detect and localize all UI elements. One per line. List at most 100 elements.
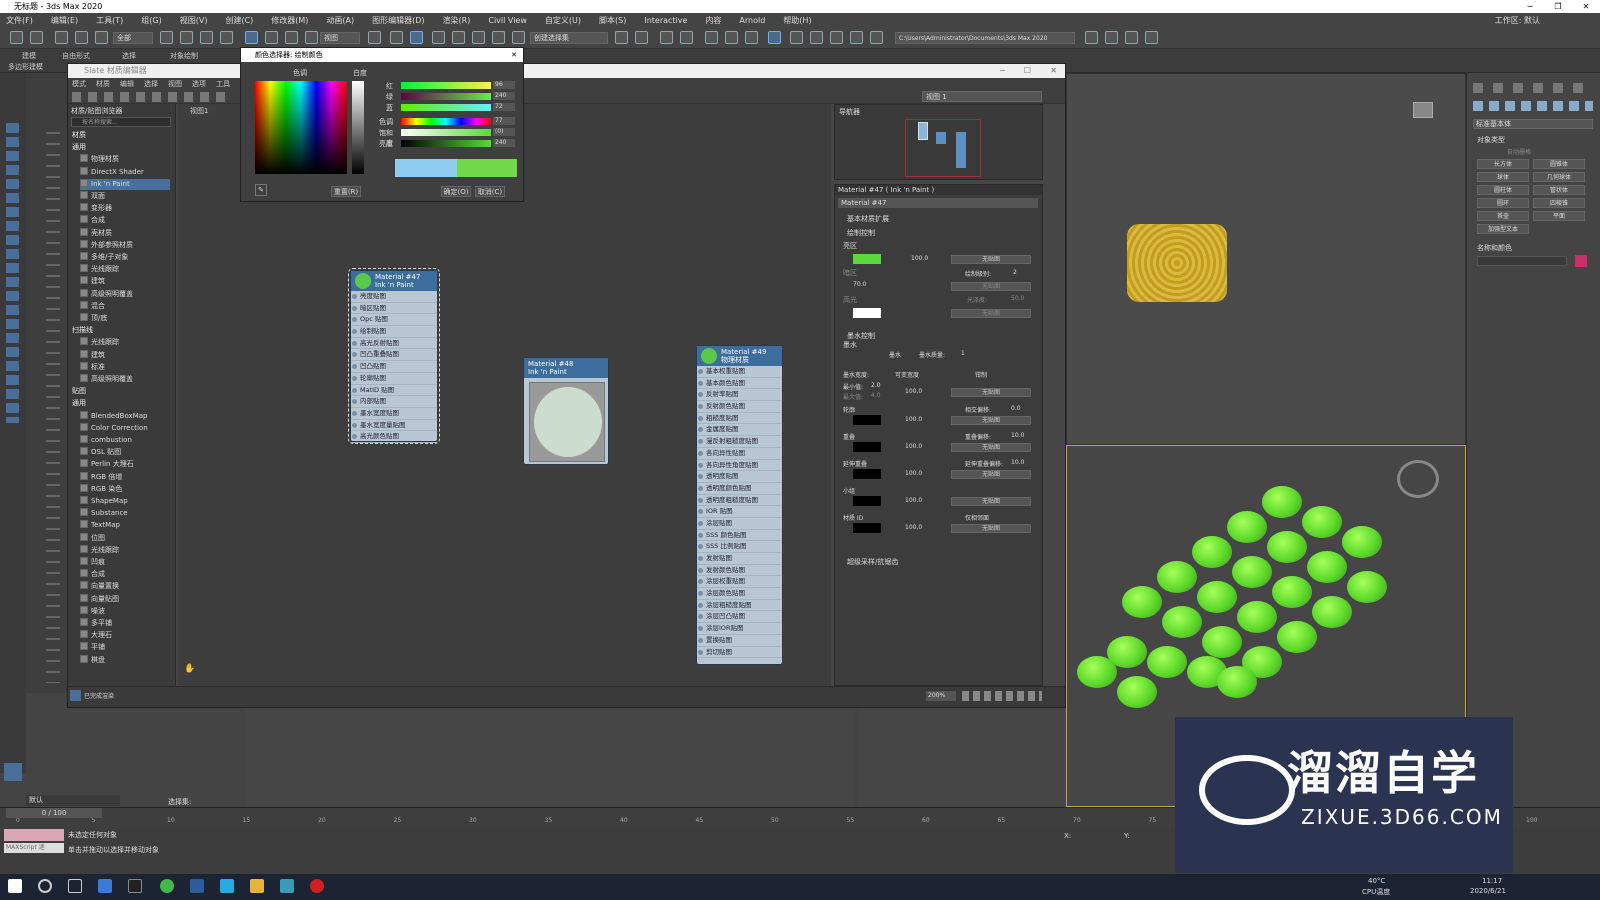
glossiness-spinner[interactable]: 50.0: [1011, 295, 1024, 302]
browser-item[interactable]: BlendedBoxMap: [80, 410, 170, 422]
ink-row-amount[interactable]: 100.0: [905, 497, 922, 504]
visibility-icons[interactable]: [46, 123, 60, 683]
menu-animation[interactable]: 动画(A): [326, 15, 354, 26]
node-slot[interactable]: 绘制贴图: [351, 326, 437, 338]
ink-row-color-swatch[interactable]: [853, 523, 881, 533]
channel-slider[interactable]: [401, 118, 491, 125]
link-icon[interactable]: [55, 31, 68, 44]
plane-button[interactable]: 平面: [1533, 211, 1585, 221]
node-slot[interactable]: 凹凸贴图: [351, 361, 437, 373]
browser-search-input[interactable]: 按名称搜索...: [71, 117, 171, 127]
slate-minimize-icon[interactable]: ─: [1000, 64, 1005, 78]
close-button[interactable]: ✕: [1572, 0, 1600, 13]
ink-checkbox-label[interactable]: 墨水: [843, 340, 857, 350]
ink-row-map-button[interactable]: 无贴图: [951, 443, 1031, 452]
browser-item[interactable]: 大理石: [80, 630, 170, 641]
node-material-48[interactable]: Material #48 Ink 'n Paint: [523, 357, 609, 465]
menu-modifiers[interactable]: 修改器(M): [271, 15, 308, 26]
browser-item[interactable]: 高级照明覆盖: [80, 374, 170, 385]
slate-menu-view[interactable]: 视图: [168, 78, 182, 90]
slate-menu-edit[interactable]: 编辑: [120, 78, 134, 90]
photoshop-icon[interactable]: [190, 879, 204, 893]
task-view-icon[interactable]: [68, 879, 82, 893]
browser-item[interactable]: Substance: [80, 508, 170, 519]
browser-item[interactable]: 向量置换: [80, 581, 170, 592]
rotate-icon[interactable]: [265, 31, 278, 44]
green-sphere[interactable]: [1262, 486, 1302, 518]
green-sphere[interactable]: [1217, 666, 1257, 698]
scale-icon[interactable]: [285, 31, 298, 44]
lit-map-button[interactable]: 无贴图: [951, 255, 1031, 264]
green-sphere[interactable]: [1122, 586, 1162, 618]
menu-rendering[interactable]: 渲染(R): [443, 15, 471, 26]
green-sphere[interactable]: [1237, 601, 1277, 633]
green-sphere[interactable]: [1312, 596, 1352, 628]
browser-item[interactable]: 建筑: [80, 276, 170, 287]
green-sphere[interactable]: [1227, 511, 1267, 543]
browser-item[interactable]: 多维/子对象: [80, 252, 170, 263]
layer-dropdown[interactable]: 默认: [26, 795, 120, 806]
ink-row-color-swatch[interactable]: [853, 442, 881, 452]
named-selection-set-dropdown[interactable]: 创建选择集: [530, 32, 608, 44]
rollout-name-color[interactable]: 名称和颜色: [1477, 243, 1512, 253]
browser-item[interactable]: Perlin 大理石: [80, 459, 170, 470]
viewport-top-right[interactable]: [1066, 73, 1466, 445]
wechat-icon[interactable]: [160, 879, 174, 893]
reference-coord-dropdown[interactable]: 视图: [320, 32, 360, 44]
percent-snap-icon[interactable]: [472, 31, 485, 44]
ink-quality-spinner[interactable]: 1: [961, 350, 965, 357]
maxscript-listener[interactable]: [4, 829, 64, 841]
node-slot[interactable]: 置换贴图: [697, 635, 782, 647]
node-slot[interactable]: 透明度贴图: [697, 471, 782, 483]
channel-spinner[interactable]: 240: [493, 92, 515, 100]
render-iterative-icon[interactable]: [850, 31, 863, 44]
menu-create[interactable]: 创建(C): [225, 15, 253, 26]
time-slider[interactable]: 0 / 100: [6, 808, 102, 818]
workspace-selector[interactable]: 工作区: 默认: [1495, 15, 1540, 26]
material-name-field[interactable]: Material #47: [838, 198, 1038, 208]
minimize-button[interactable]: ─: [1516, 0, 1544, 13]
browser-item[interactable]: RGB 倍增: [80, 471, 170, 483]
green-sphere[interactable]: [1192, 536, 1232, 568]
ink-row-map-button[interactable]: 无贴图: [951, 416, 1031, 425]
slate-tool-icons[interactable]: [72, 92, 232, 102]
node-slot[interactable]: 墨水宽度量贴图: [351, 420, 437, 432]
green-sphere[interactable]: [1267, 531, 1307, 563]
cancel-button[interactable]: 取消(C): [475, 186, 505, 197]
browser-item[interactable]: 混合: [80, 300, 170, 312]
textplus-button[interactable]: 加强型文本: [1477, 224, 1529, 234]
browser-item[interactable]: 光线跟踪: [80, 544, 170, 556]
channel-slider[interactable]: [401, 140, 491, 147]
node-slot[interactable]: 涂层凹凸贴图: [697, 611, 782, 624]
pivot-icon[interactable]: [368, 31, 381, 44]
menu-content[interactable]: 内容: [705, 15, 721, 26]
ink-row-spinner[interactable]: 10.0: [1011, 432, 1024, 439]
channel-spinner[interactable]: (0): [493, 128, 515, 136]
render-cloud-icon[interactable]: [870, 31, 883, 44]
browser-item[interactable]: 顶/底: [80, 313, 170, 324]
green-sphere[interactable]: [1272, 576, 1312, 608]
node-slot[interactable]: 高光颜色贴图: [351, 431, 437, 443]
menu-group[interactable]: 组(G): [141, 15, 161, 26]
maxscript-input[interactable]: MAXScript 迷: [4, 843, 64, 853]
search-icon[interactable]: [38, 879, 52, 893]
spinner-snap-icon[interactable]: [492, 31, 505, 44]
mirror-icon[interactable]: [615, 31, 628, 44]
material-editor-icon[interactable]: [768, 31, 781, 44]
browser-item[interactable]: RGB 染色: [80, 483, 170, 495]
ribbon-tab-modeling[interactable]: 建模: [22, 51, 36, 61]
node-slot[interactable]: 基本权重贴图: [697, 366, 782, 378]
ink-row-map-button[interactable]: 无贴图: [951, 524, 1031, 533]
green-sphere[interactable]: [1202, 626, 1242, 658]
slate-menu-utilities[interactable]: 工具: [216, 78, 230, 90]
ink-row-amount[interactable]: 100.0: [905, 416, 922, 423]
node-slot[interactable]: 暗区贴图: [351, 303, 437, 315]
browser-item[interactable]: 标准: [80, 361, 170, 373]
menu-edit[interactable]: 编辑(E): [51, 15, 78, 26]
sphere-button[interactable]: 球体: [1477, 172, 1529, 182]
browser-group-maps[interactable]: 通用: [72, 398, 162, 409]
rollout-basic[interactable]: 基本材质扩展: [847, 214, 889, 224]
node-slot[interactable]: 涂层IOR贴图: [697, 623, 782, 635]
project-folder-icon[interactable]: [1085, 31, 1098, 44]
angle-snap-icon[interactable]: [452, 31, 465, 44]
